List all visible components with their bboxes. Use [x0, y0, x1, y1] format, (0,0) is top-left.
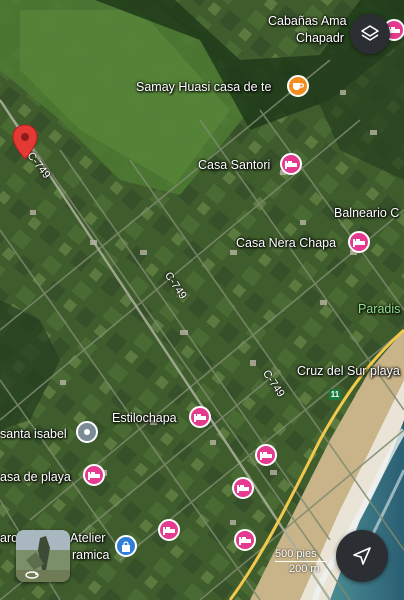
label-santa-isabel[interactable]: santa isabel [0, 427, 67, 441]
hotel-pin-icon[interactable] [232, 477, 254, 499]
label-balneario[interactable]: Balneario C [334, 206, 399, 220]
place-pin-icon[interactable] [76, 421, 98, 443]
layers-icon [361, 25, 379, 41]
label-ceramica[interactable]: ramica [72, 548, 110, 562]
label-casa-nera[interactable]: Casa Nera Chapa [236, 236, 336, 250]
label-cabanas[interactable]: Cabañas Ama [268, 14, 347, 28]
label-paradise[interactable]: Paradis [358, 302, 400, 316]
route-shield: 11 [329, 389, 341, 400]
label-cruz-del-sur[interactable]: Cruz del Sur playa [297, 364, 400, 378]
navigate-button[interactable] [336, 530, 388, 582]
hotel-pin-icon[interactable] [348, 231, 370, 253]
hotel-pin-icon[interactable] [83, 464, 105, 486]
hotel-pin-icon[interactable] [255, 444, 277, 466]
hotel-pin-icon[interactable] [189, 406, 211, 428]
map-scale: 500 pies 200 m [275, 548, 327, 575]
scale-bar [275, 561, 327, 562]
label-samay-huasi[interactable]: Samay Huasi casa de te [136, 80, 272, 94]
cafe-pin-icon[interactable] [287, 75, 309, 97]
label-casa-de-playa[interactable]: asa de playa [0, 470, 71, 484]
map-view[interactable]: Cabañas Ama Chapadr Samay Huasi casa de … [0, 0, 404, 600]
hotel-pin-icon[interactable] [158, 519, 180, 541]
scale-feet: 500 pies [275, 548, 317, 560]
hotel-pin-icon[interactable] [234, 529, 256, 551]
label-atelier[interactable]: Atelier [70, 531, 105, 545]
hotel-pin-icon[interactable] [280, 153, 302, 175]
layers-button[interactable] [350, 14, 390, 54]
navigation-arrow-icon [353, 547, 371, 565]
rotate-360-icon [25, 571, 39, 579]
location-pin-icon[interactable] [12, 124, 38, 160]
label-estilochapa[interactable]: Estilochapa [112, 411, 177, 425]
label-casa-santori[interactable]: Casa Santori [198, 158, 270, 172]
scale-meters: 200 m [289, 563, 320, 575]
label-arc[interactable]: arc [0, 531, 17, 545]
label-chapadr[interactable]: Chapadr [296, 31, 344, 45]
street-view-thumbnail[interactable] [16, 530, 70, 582]
shop-pin-icon[interactable] [115, 535, 137, 557]
